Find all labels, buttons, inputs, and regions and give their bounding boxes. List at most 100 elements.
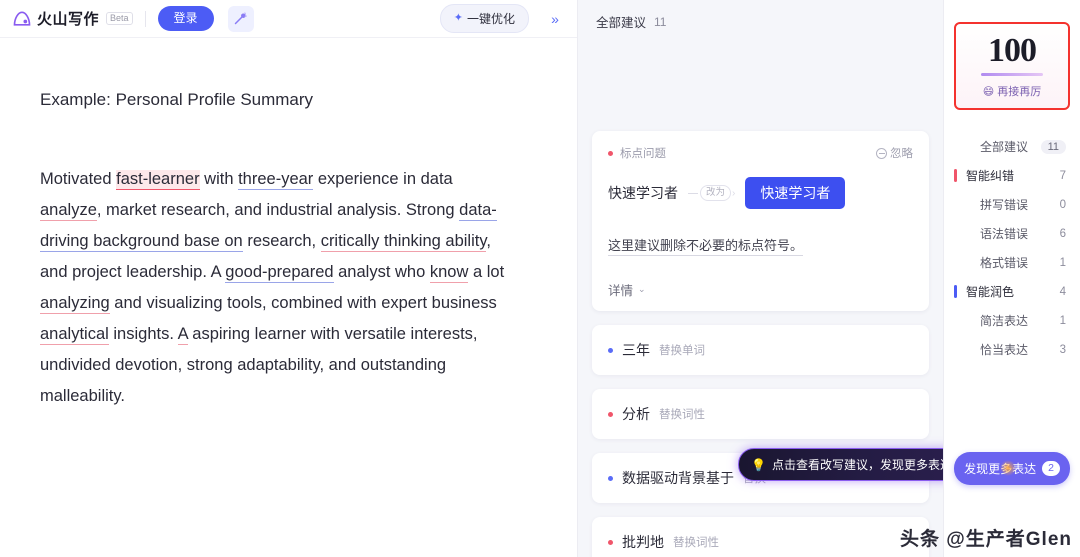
score-caption-text: 再接再厉 <box>997 86 1042 98</box>
one-click-optimize-button[interactable]: ✦ 一键优化 <box>439 4 529 33</box>
category-row[interactable]: 智能润色 4 <box>944 277 1080 306</box>
category-label: 全部建议 <box>980 140 1029 154</box>
suggestion-card-expanded[interactable]: 标点问题 忽略 快速学习者 改为 › 快速学习者 这里建议删除不必要的标点符号。… <box>592 131 929 311</box>
magic-wand-icon[interactable] <box>227 5 254 32</box>
document-text-run: , market research, and industrial analys… <box>96 201 460 219</box>
document-text-run: Motivated <box>40 170 117 188</box>
login-button[interactable]: 登录 <box>157 6 214 31</box>
ignore-label: 忽略 <box>890 148 913 160</box>
category-dot-icon <box>608 150 613 156</box>
category-label: 智能润色 <box>966 285 1015 299</box>
document-title: Example: Personal Profile Summary <box>40 90 314 109</box>
suggestions-pane: 全部建议 11 标点问题 忽略 快速学习者 改为 › 快速学习者 这里建议删除不… <box>578 0 943 557</box>
category-count: 3 <box>1059 343 1066 356</box>
rewrite-tooltip: 💡 点击查看改写建议，发现更多表达 <box>738 448 943 481</box>
category-label: 格式错误 <box>980 256 1029 270</box>
category-count: 1 <box>1059 314 1066 327</box>
inline-suggestion-mark[interactable]: fast-learner <box>116 170 200 190</box>
app-root: 火山写作 Beta 登录 ✦ 一键优化 » Example: Personal … <box>0 0 1080 557</box>
score-caption: 😄 再接再厉 <box>956 83 1068 99</box>
details-toggle[interactable]: 详情 ⌄ <box>608 280 913 299</box>
suggestions-header: 全部建议 11 <box>578 0 943 31</box>
arrow-head-icon: › <box>732 187 736 199</box>
suggestion-dot-icon <box>608 347 613 353</box>
suggestions-header-label: 全部建议 <box>596 16 647 30</box>
suggestion-dot-icon <box>608 539 613 545</box>
suggestion-item[interactable]: 批判地 替换词性 <box>592 517 929 557</box>
ignore-button[interactable]: 忽略 <box>876 145 913 161</box>
apply-suggestion-chip[interactable]: 快速学习者 <box>745 177 846 209</box>
inline-suggestion-mark[interactable]: three-year <box>238 170 314 190</box>
lightbulb-icon: 💡 <box>751 457 766 472</box>
category-label: 恰当表达 <box>980 343 1029 357</box>
details-label: 详情 <box>608 284 634 298</box>
category-count: 7 <box>1059 169 1066 182</box>
category-row[interactable]: 恰当表达 3 <box>944 335 1080 364</box>
beta-badge: Beta <box>106 12 133 25</box>
suggestion-items-container: 三年替换单词分析替换词性数据驱动背景基于替换批判地替换词性 <box>592 325 929 557</box>
document-text-run: analyst who <box>333 263 430 281</box>
category-row[interactable]: 简洁表达 1 <box>944 306 1080 335</box>
suggestion-word: 三年 <box>622 342 650 358</box>
watermark: 头条 @生产者Glen <box>899 529 1072 550</box>
volcano-logo-icon <box>13 10 31 26</box>
inline-suggestion-mark[interactable]: good-prepared <box>225 263 334 283</box>
glow-accent-icon <box>1000 460 1016 476</box>
suggestion-card-header: 标点问题 忽略 <box>608 145 913 161</box>
score-sidebar: 100 😄 再接再厉 全部建议 11 智能纠错 7 拼写错误 0 语法错误 6 格式错误 1 智能润… <box>943 0 1080 557</box>
category-row[interactable]: 智能纠错 7 <box>944 161 1080 190</box>
suggestion-item[interactable]: 三年 替换单词 <box>592 325 929 375</box>
category-label: 简洁表达 <box>980 314 1029 328</box>
change-to-indicator: 改为 › <box>688 184 736 202</box>
suggestion-category: 标点问题 <box>608 145 666 161</box>
suggestion-item[interactable]: 分析 替换词性 <box>592 389 929 439</box>
category-accent-bar <box>954 285 957 298</box>
header-divider <box>144 10 146 27</box>
suggestion-action: 替换词性 <box>659 409 705 421</box>
document-text-run: a lot <box>468 263 505 281</box>
sparkle-icon: ✦ <box>453 12 463 24</box>
suggestion-dot-icon <box>608 411 613 417</box>
chevron-down-icon: ⌄ <box>638 284 646 294</box>
inline-suggestion-mark[interactable]: critically thinking ability <box>320 232 487 252</box>
editor-pane: 火山写作 Beta 登录 ✦ 一键优化 » Example: Personal … <box>0 0 578 557</box>
category-count: 11 <box>1040 139 1066 154</box>
category-row[interactable]: 格式错误 1 <box>944 248 1080 277</box>
document-body[interactable]: Motivated fast-learner with three-year e… <box>40 164 510 412</box>
category-row[interactable]: 全部建议 11 <box>944 132 1080 161</box>
change-to-label: 改为 <box>700 184 732 202</box>
discover-more-expressions-button[interactable]: 发现更多表达 2 <box>954 452 1070 485</box>
arrow-line <box>688 192 698 194</box>
category-label: 智能纠错 <box>966 169 1015 183</box>
suggestions-header-count: 11 <box>654 14 667 29</box>
brand-logo[interactable]: 火山写作 Beta <box>12 8 133 29</box>
more-button-count: 2 <box>1042 460 1060 477</box>
category-row[interactable]: 拼写错误 0 <box>944 190 1080 219</box>
inline-suggestion-mark[interactable]: analytical <box>40 325 109 345</box>
document-text-run: experience in data <box>313 170 453 188</box>
document-text-run: insights. <box>108 325 178 343</box>
minus-circle-icon <box>876 147 887 159</box>
inline-suggestion-mark[interactable]: analyze <box>40 201 97 221</box>
category-count: 0 <box>1059 198 1066 211</box>
category-row[interactable]: 语法错误 6 <box>944 219 1080 248</box>
category-count: 4 <box>1059 285 1066 298</box>
category-count: 6 <box>1059 227 1066 240</box>
inline-suggestion-mark[interactable]: analyzing <box>40 294 110 314</box>
inline-suggestion-mark[interactable]: know <box>429 263 469 283</box>
suggestion-dot-icon <box>608 475 613 481</box>
category-label: 拼写错误 <box>980 198 1029 212</box>
original-text: 快速学习者 <box>608 185 678 201</box>
suggestion-word: 分析 <box>622 406 650 422</box>
magic-wand-glyph <box>234 12 247 25</box>
score-value: 100 <box>988 32 1037 69</box>
replacement-row: 快速学习者 改为 › 快速学习者 <box>608 177 913 209</box>
suggestion-word: 批判地 <box>622 534 664 550</box>
score-emoji-icon: 😄 <box>982 85 995 98</box>
chevron-double-right-icon[interactable]: » <box>543 7 567 31</box>
suggestion-action: 替换词性 <box>673 537 719 549</box>
score-panel: 100 😄 再接再厉 <box>954 22 1070 110</box>
document-editor[interactable]: Example: Personal Profile Summary Motiva… <box>0 38 577 412</box>
document-text-run: research, <box>242 232 321 250</box>
inline-suggestion-mark[interactable]: A <box>177 325 188 345</box>
